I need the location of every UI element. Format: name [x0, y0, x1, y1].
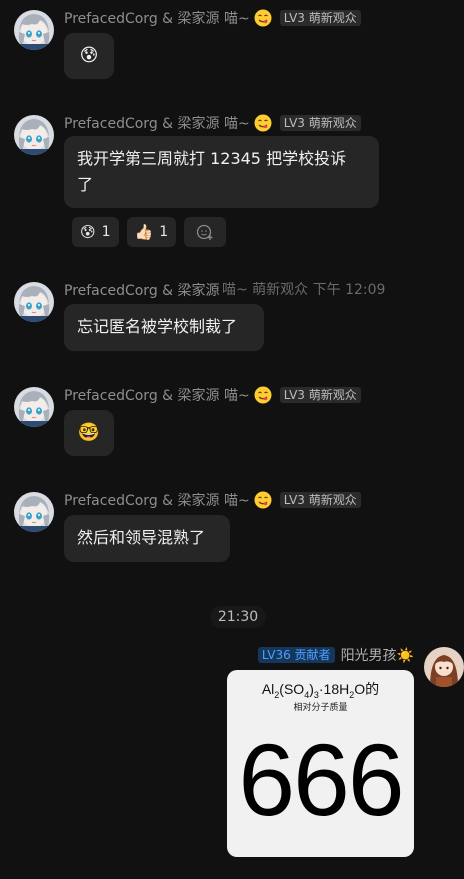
message-text-line: 我开学第三周就打 12345 把学校投诉 — [77, 149, 347, 168]
anxious-face-emoji: 😰 — [79, 45, 99, 66]
time-divider: 21:30 — [210, 606, 266, 628]
reaction-emoji: 😰 — [80, 223, 96, 241]
reaction-count: 1 — [101, 224, 111, 240]
my-avatar[interactable] — [424, 647, 464, 687]
reaction-anxious[interactable]: 😰 1 — [72, 217, 119, 247]
sender-meta: PrefacedCorg & 梁家源 喵~ LV3 萌新观众 — [64, 8, 361, 28]
message-bubble[interactable]: 然后和领导混熟了 — [64, 515, 230, 562]
reaction-bar: 😰 1 👍🏻 1 — [72, 217, 227, 247]
image-message[interactable]: Al2(SO4)3·18H2O的 相对分子质量 666 — [227, 670, 414, 857]
yum-face-icon — [254, 9, 272, 27]
big-number: 666 — [238, 723, 404, 837]
level-badge: LV3 萌新观众 — [279, 10, 361, 26]
level-badge: LV3 萌新观众 — [279, 387, 361, 403]
contributor-badge: LV36 贡献者 — [257, 647, 335, 663]
sender-name[interactable]: PrefacedCorg & 梁家源 喵~ — [64, 385, 250, 405]
sender-meta: PrefacedCorg & 梁家源 喵~ LV3 萌新观众 — [64, 490, 361, 510]
reaction-thumbs-up[interactable]: 👍🏻 1 — [126, 217, 177, 247]
formula-text: Al2(SO4)3·18H2O的 — [261, 681, 380, 700]
level-badge: LV3 萌新观众 — [279, 492, 361, 508]
message-bubble[interactable]: 😰 — [64, 33, 114, 79]
level-badge: LV3 萌新观众 — [279, 115, 361, 131]
sender-name[interactable]: PrefacedCorg & 梁家源 喵~ — [64, 490, 250, 510]
overlapping-hover-text: 喵~ 萌新观众 下午 12:09 — [220, 280, 388, 300]
formula-subtitle: 相对分子质量 — [293, 703, 348, 713]
message-text: 忘记匿名被学校制裁了 — [77, 317, 238, 336]
sender-avatar[interactable] — [14, 115, 54, 155]
reaction-emoji: 👍🏻 — [134, 223, 154, 241]
message-bubble[interactable]: 我开学第三周就打 12345 把学校投诉 了 — [64, 136, 379, 208]
message-text: 然后和领导混熟了 — [77, 528, 206, 547]
yum-face-icon — [254, 491, 272, 509]
message-bubble[interactable]: 忘记匿名被学校制裁了 — [64, 304, 264, 351]
sender-avatar[interactable] — [14, 282, 54, 322]
sender-avatar[interactable] — [14, 10, 54, 50]
reaction-count: 1 — [159, 224, 169, 240]
my-name[interactable]: 阳光男孩☀️ — [341, 645, 414, 665]
sender-avatar[interactable] — [14, 492, 54, 532]
sender-name[interactable]: PrefacedCorg & 梁家源 喵~ — [64, 113, 250, 133]
sender-meta: PrefacedCorg & 梁家源 喵~ LV3 萌新观众 — [64, 113, 361, 133]
message-text-line: 了 — [77, 175, 94, 194]
sender-meta: PrefacedCorg & 梁家源 喵~ LV3 萌新观众 — [64, 385, 361, 405]
my-meta: LV36 贡献者 阳光男孩☀️ — [257, 645, 414, 665]
add-reaction-icon — [197, 224, 213, 240]
yum-face-icon — [254, 386, 272, 404]
add-reaction-button[interactable] — [184, 217, 227, 247]
sender-name[interactable]: PrefacedCorg & 梁家源 喵~ — [64, 8, 250, 28]
yum-face-icon — [254, 114, 272, 132]
sender-avatar[interactable] — [14, 387, 54, 427]
nerd-face-emoji: 🤓 — [77, 422, 101, 443]
message-bubble[interactable]: 🤓 — [64, 410, 114, 456]
